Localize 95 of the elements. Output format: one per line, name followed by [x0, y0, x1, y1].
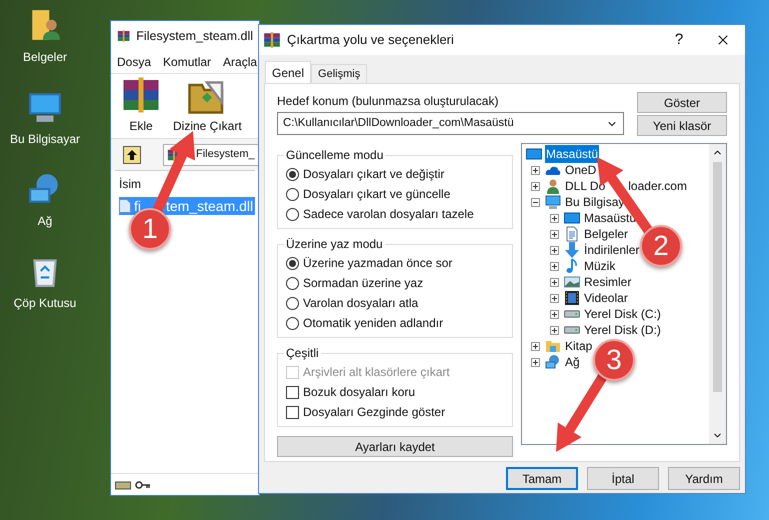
radio-label: Dosyaları çıkart ve güncelle — [303, 186, 450, 203]
tree-item[interactable]: Belgeler — [583, 225, 630, 243]
scrollbar[interactable] — [709, 144, 726, 444]
tree-item[interactable]: Masaüstü — [583, 209, 638, 227]
checkbox[interactable] — [286, 406, 299, 418]
desktop-icon-label[interactable]: Ağ — [38, 212, 52, 230]
books-archive-icon — [117, 27, 130, 45]
checkbox-label: Arşivleri alt klasörlere çıkart — [303, 364, 450, 381]
desktop-icon-label[interactable]: Çöp Kutusu — [14, 294, 76, 312]
tree-item[interactable]: loader.com — [628, 177, 687, 195]
radio-button[interactable] — [286, 168, 299, 180]
network-globe-icon — [545, 354, 561, 370]
menu-item[interactable]: Komutlar — [163, 53, 212, 71]
tree-item[interactable]: Yerel Disk (C:) — [583, 305, 662, 323]
toolbar-button[interactable]: Ekle — [121, 75, 161, 138]
group-label: Çeşitli — [285, 345, 320, 362]
radio-label: Dosyaları çıkart ve değiştir — [303, 166, 444, 183]
tree-item[interactable]: Kitap — [564, 337, 594, 355]
radio-button[interactable] — [286, 208, 299, 220]
menu-item[interactable]: Araçla — [223, 53, 258, 71]
drive-icon — [564, 310, 580, 318]
monitor-icon — [526, 146, 542, 162]
tree-expander[interactable] — [550, 262, 559, 270]
tree-expander[interactable] — [550, 310, 559, 318]
field-label: Hedef konum (bulunmazsa oluşturulacak) — [277, 93, 500, 110]
tree-expander[interactable] — [550, 230, 559, 238]
tree-item[interactable]: Bu Bilgisay — [564, 193, 626, 211]
radio-label: Üzerine yazmadan önce sor — [303, 255, 452, 272]
checkbox-label: Dosyaları Gezginde göster — [303, 404, 446, 421]
file-icon — [119, 199, 131, 213]
group-label: Güncelleme modu — [285, 147, 384, 164]
monitor-icon — [564, 210, 580, 226]
dialog-button[interactable]: Göster — [637, 92, 727, 113]
desktop-icon-label[interactable]: Bu Bilgisayar — [10, 130, 80, 148]
computer-icon — [545, 194, 561, 210]
save-settings-button[interactable]: Ayarları kaydet — [277, 436, 513, 457]
tree-item[interactable]: İndirilenler — [583, 241, 640, 259]
tree-item[interactable]: Müzik — [583, 257, 616, 275]
dialog-button[interactable]: İptal — [587, 467, 659, 490]
books-archive-icon — [121, 75, 161, 115]
radio-button[interactable] — [286, 276, 299, 290]
books-archive-icon — [263, 31, 281, 49]
tree-item[interactable]: OneD — [564, 161, 598, 179]
tree-item[interactable]: Ağ — [564, 353, 581, 371]
drive-icon — [115, 480, 131, 490]
tree-item[interactable]: Videolar — [583, 289, 629, 307]
checkbox-label: Bozuk dosyaları koru — [303, 384, 416, 401]
radio-label: Varolan dosyaları atla — [303, 295, 418, 312]
radio-button[interactable] — [286, 188, 299, 200]
tree-expander[interactable] — [531, 182, 540, 190]
key-icon — [135, 480, 151, 490]
tree-item[interactable]: Yerel Disk (D:) — [583, 321, 662, 339]
group-label: Üzerine yaz modu — [285, 236, 384, 253]
folder-icon — [545, 338, 561, 354]
radio-label: Otomatik yeniden adlandır — [303, 315, 444, 332]
music-note-icon — [564, 258, 580, 274]
dialog-button[interactable]: Tamam — [506, 467, 578, 490]
desktop-icon-label[interactable]: Belgeler — [22, 48, 68, 66]
path-combobox[interactable]: C:\Kullanıcılar\DllDownloader_com\Masaüstü — [277, 112, 624, 135]
menu-item[interactable]: Dosya — [117, 53, 152, 71]
tree-item[interactable]: Resimler — [583, 273, 632, 291]
dialog-button[interactable]: Yardım — [668, 467, 740, 490]
help-button[interactable]: ? — [657, 28, 701, 52]
dialog-title: Çıkartma yolu ve seçenekleri — [287, 31, 454, 50]
tree-expander[interactable] — [550, 278, 559, 286]
tree-expander[interactable] — [531, 166, 540, 174]
radio-label: Sadece varolan dosyaları tazele — [303, 206, 474, 223]
tree-expander[interactable] — [531, 342, 540, 350]
tree-expander[interactable] — [531, 358, 540, 366]
tree-expander[interactable] — [531, 198, 540, 206]
tree-item[interactable]: Masaüstü — [545, 145, 600, 163]
film-icon — [564, 290, 580, 306]
computer-icon — [28, 90, 62, 124]
checkbox[interactable] — [286, 386, 299, 398]
tab[interactable]: Gelişmiş — [311, 64, 368, 83]
radio-button[interactable] — [286, 316, 299, 330]
up-folder-button[interactable] — [123, 146, 141, 164]
tree-expander[interactable] — [550, 326, 559, 334]
picture-icon — [564, 274, 580, 290]
radio-label: Sormadan üzerine yaz — [303, 275, 424, 292]
tree-expander[interactable] — [550, 294, 559, 302]
column-header[interactable]: İsim — [115, 171, 255, 197]
radio-button[interactable] — [286, 296, 299, 310]
tree-expander[interactable] — [550, 214, 559, 222]
tab[interactable]: Genel — [265, 61, 312, 83]
download-arrow-icon — [564, 242, 580, 258]
up-arrow-icon — [127, 150, 137, 160]
dialog-button[interactable]: Yeni klasör — [637, 115, 727, 136]
document-icon — [564, 226, 580, 242]
radio-button[interactable] — [286, 256, 299, 270]
user-icon — [545, 178, 561, 194]
drive-icon — [564, 326, 580, 334]
toolbar-button[interactable]: Dizine Çıkart — [173, 75, 242, 138]
tree-expander[interactable] — [550, 246, 559, 254]
window-title: Filesystem_steam.dll — [136, 28, 253, 45]
